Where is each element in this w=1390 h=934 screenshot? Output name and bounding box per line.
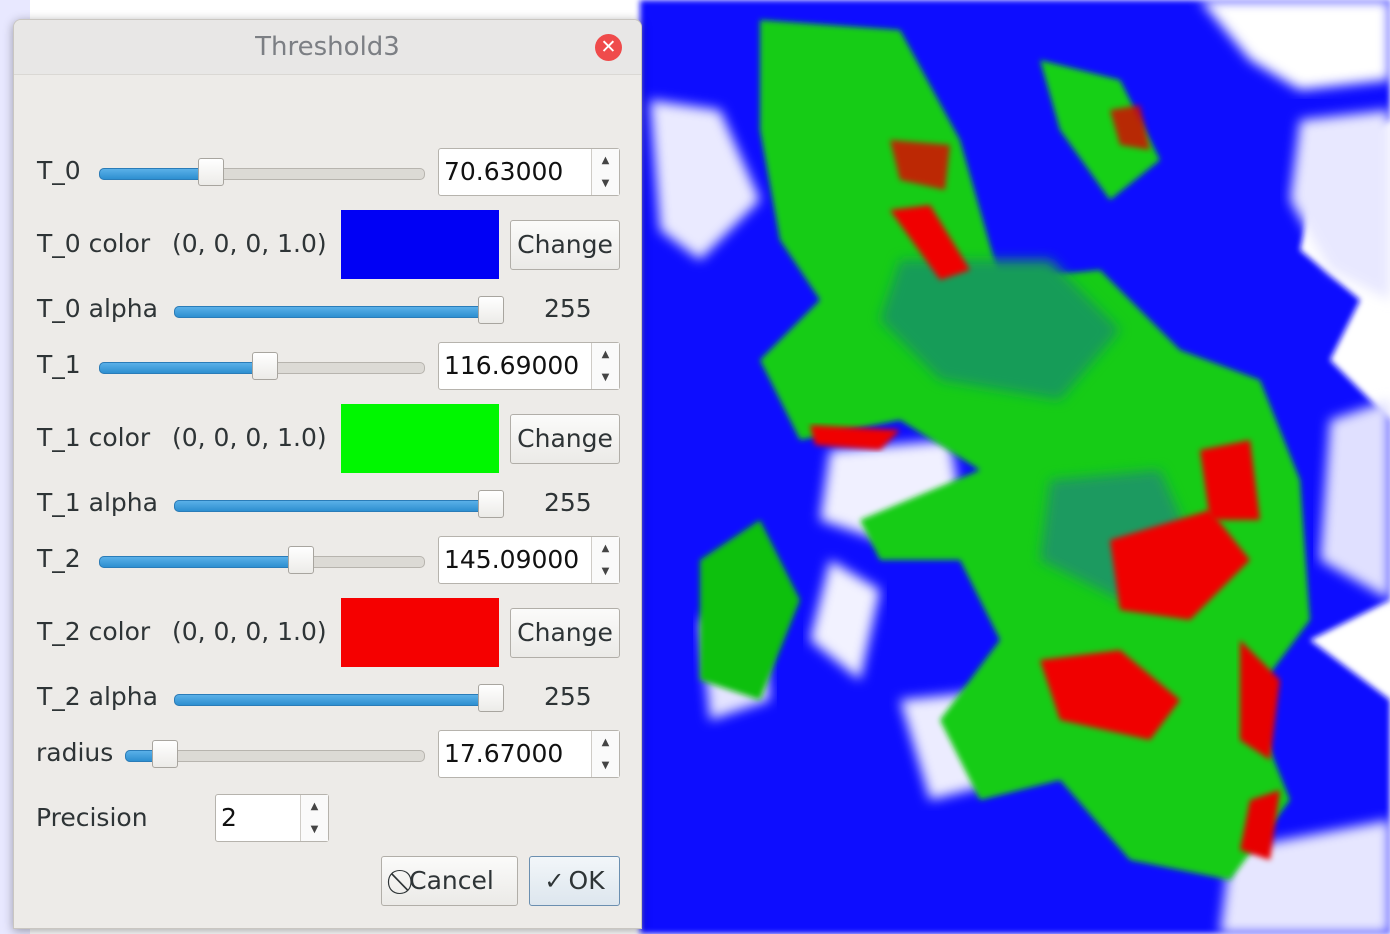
precision-label: Precision: [36, 803, 148, 832]
slider-handle[interactable]: [252, 352, 278, 380]
spin-up-icon[interactable]: ▲: [592, 537, 619, 560]
t0-color-swatch: [341, 210, 499, 279]
t1-color-swatch: [341, 404, 499, 473]
precision-value[interactable]: 2: [221, 795, 237, 841]
radius-slider[interactable]: [125, 740, 425, 770]
t1-label: T_1: [37, 350, 81, 379]
t0-alpha-slider[interactable]: [174, 296, 504, 326]
t0-color-label: T_0 color: [37, 229, 151, 258]
spin-buttons: ▲ ▼: [591, 343, 619, 389]
slider-fill: [99, 556, 303, 568]
t1-alpha-slider[interactable]: [174, 490, 504, 520]
spin-down-icon[interactable]: ▼: [592, 172, 619, 195]
spin-buttons: ▲ ▼: [591, 537, 619, 583]
t1-spinbox[interactable]: 116.69000 ▲ ▼: [438, 342, 620, 390]
t1-change-button[interactable]: Change: [510, 414, 620, 464]
slider-handle[interactable]: [478, 684, 504, 712]
slider-fill: [174, 306, 493, 318]
cancel-label: Cancel: [409, 866, 494, 895]
spin-up-icon[interactable]: ▲: [592, 149, 619, 172]
spin-down-icon[interactable]: ▼: [301, 818, 328, 841]
spin-buttons: ▲ ▼: [591, 731, 619, 777]
t1-alpha-value: 255: [544, 488, 592, 517]
slider-fill: [99, 168, 213, 180]
t2-change-button[interactable]: Change: [510, 608, 620, 658]
ok-label: OK: [568, 866, 605, 895]
t2-value[interactable]: 145.09000: [444, 537, 579, 583]
t0-color-value: (0, 0, 0, 1.0): [172, 229, 327, 258]
checkmark-icon: ✓: [544, 867, 565, 895]
t1-slider[interactable]: [99, 352, 425, 382]
dialog-title: Threshold3: [255, 32, 400, 62]
spin-down-icon[interactable]: ▼: [592, 754, 619, 777]
t2-spinbox[interactable]: 145.09000 ▲ ▼: [438, 536, 620, 584]
title-bar[interactable]: Threshold3 ✕: [14, 20, 641, 75]
slider-handle[interactable]: [288, 546, 314, 574]
t2-slider[interactable]: [99, 546, 425, 576]
slider-handle[interactable]: [478, 296, 504, 324]
slider-fill: [174, 694, 493, 706]
t0-label: T_0: [37, 156, 81, 185]
t2-alpha-label: T_2 alpha: [37, 682, 158, 711]
spin-buttons: ▲ ▼: [300, 795, 328, 841]
radius-spinbox[interactable]: 17.67000 ▲ ▼: [438, 730, 620, 778]
t0-slider[interactable]: [99, 158, 425, 188]
spin-up-icon[interactable]: ▲: [592, 343, 619, 366]
t1-color-value: (0, 0, 0, 1.0): [172, 423, 327, 452]
t2-color-swatch: [341, 598, 499, 667]
threshold3-dialog: Threshold3 ✕ T_0 70.63000 ▲ ▼ T_0 color …: [13, 19, 642, 929]
close-icon[interactable]: ✕: [595, 34, 622, 61]
t2-color-label: T_2 color: [37, 617, 151, 646]
t1-alpha-label: T_1 alpha: [37, 488, 158, 517]
spin-up-icon[interactable]: ▲: [592, 731, 619, 754]
spin-up-icon[interactable]: ▲: [301, 795, 328, 818]
radius-value[interactable]: 17.67000: [444, 731, 563, 777]
slider-fill: [174, 500, 493, 512]
t2-color-value: (0, 0, 0, 1.0): [172, 617, 327, 646]
t0-alpha-label: T_0 alpha: [37, 294, 158, 323]
t2-alpha-value: 255: [544, 682, 592, 711]
radius-label: radius: [36, 738, 114, 767]
t2-label: T_2: [37, 544, 81, 573]
t0-change-button[interactable]: Change: [510, 220, 620, 270]
spin-buttons: ▲ ▼: [591, 149, 619, 195]
ok-button[interactable]: ✓ OK: [529, 856, 620, 906]
slider-handle[interactable]: [152, 740, 178, 768]
spin-down-icon[interactable]: ▼: [592, 560, 619, 583]
t0-spinbox[interactable]: 70.63000 ▲ ▼: [438, 148, 620, 196]
cancel-button[interactable]: ⃠Cancel: [381, 856, 518, 906]
t2-alpha-slider[interactable]: [174, 684, 504, 714]
t0-value[interactable]: 70.63000: [444, 149, 563, 195]
slider-handle[interactable]: [198, 158, 224, 186]
slider-handle[interactable]: [478, 490, 504, 518]
slider-fill: [99, 362, 267, 374]
t0-alpha-value: 255: [544, 294, 592, 323]
precision-spinbox[interactable]: 2 ▲ ▼: [215, 794, 329, 842]
t1-color-label: T_1 color: [37, 423, 151, 452]
spin-down-icon[interactable]: ▼: [592, 366, 619, 389]
t1-value[interactable]: 116.69000: [444, 343, 579, 389]
